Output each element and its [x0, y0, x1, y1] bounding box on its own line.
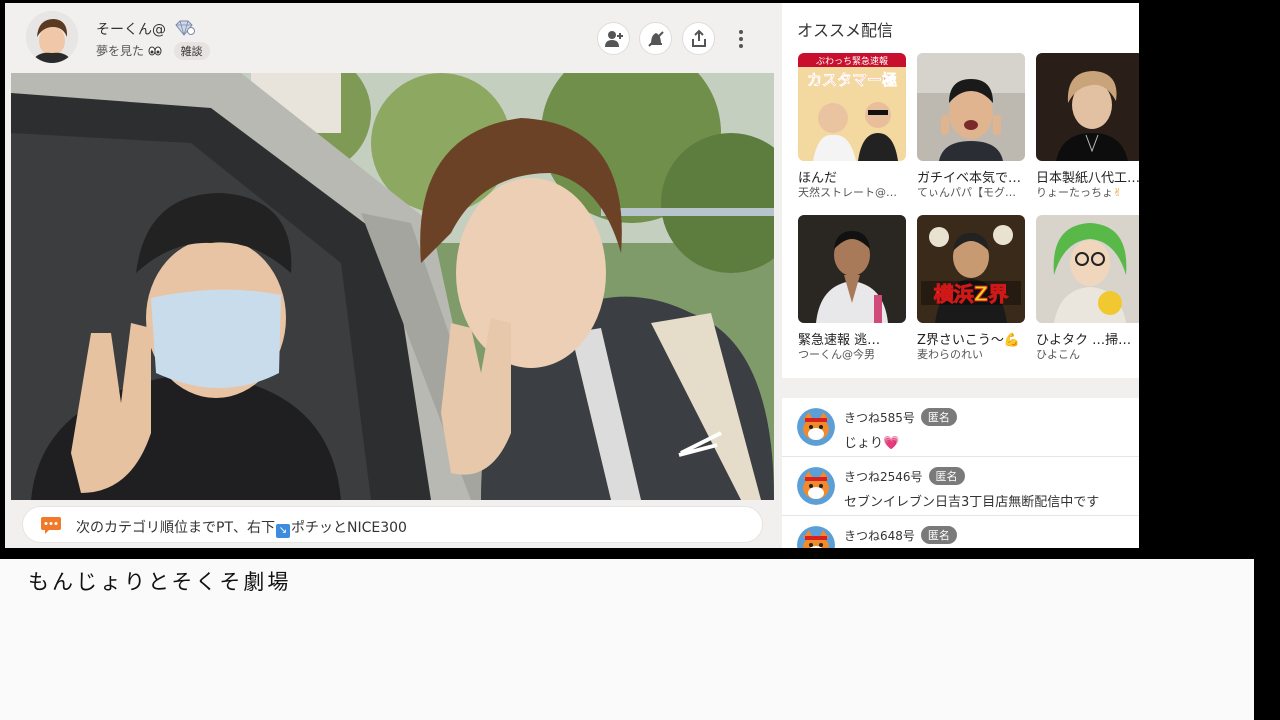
rec-card[interactable]: ひよタク …掃… ひよこん: [1036, 215, 1139, 365]
more-icon: [739, 30, 743, 34]
rec-user: 麦わらのれい: [917, 348, 983, 361]
stream-header: そーくん@ 夢を見た 雑談: [5, 3, 780, 73]
rec-user: てぃんパパ【モグ…: [917, 186, 1016, 199]
comment-author: きつね648号 匿名: [844, 526, 957, 544]
fox-avatar-icon: [797, 526, 835, 548]
category-tag[interactable]: 雑談: [173, 42, 210, 60]
rec-card[interactable]: 緊急速報 逃… つーくん@今男: [798, 215, 908, 365]
anonymous-badge: 匿名: [920, 526, 957, 544]
rec-card[interactable]: ぷわっち緊急速報 カスタマー極 ほんだ 天然ストレート@…: [798, 53, 908, 203]
hand-emoji-icon: ✌: [1113, 186, 1123, 199]
svg-text:ぷわっち緊急速報: ぷわっち緊急速報: [816, 55, 888, 67]
rec-thumbnail: [798, 215, 906, 323]
streamer-name-text: そーくん@: [96, 22, 166, 38]
follow-button[interactable]: [597, 22, 630, 55]
stream-title: 夢を見た 雑談: [96, 42, 210, 60]
more-button[interactable]: [732, 25, 750, 53]
rec-user: ひよこん: [1036, 348, 1080, 361]
rec-card[interactable]: ガチイベ本気で… てぃんパパ【モグ…: [917, 53, 1027, 203]
video-frame: [11, 73, 774, 500]
comment-item[interactable]: きつね2546号 匿名 セブンイレブン日吉3丁目店無断配信中です: [782, 457, 1139, 516]
bottom-title: もんじょりとそくそ劇場: [28, 570, 292, 594]
rec-card[interactable]: 日本製紙八代工… りょーたっちょ✌: [1036, 53, 1139, 203]
comment-bubble-icon: [41, 517, 61, 534]
diamond-icon: [175, 20, 196, 36]
rec-user: りょーたっちょ✌: [1036, 186, 1123, 199]
rec-thumbnail: 横浜Z界: [917, 215, 1025, 323]
streamer-avatar[interactable]: [26, 11, 78, 63]
mute-icon: [647, 30, 664, 47]
arrow-down-right-icon: ↘: [276, 524, 290, 538]
eyes-icon: [148, 46, 162, 56]
streamer-name[interactable]: そーくん@: [96, 19, 196, 39]
svg-text:横浜Z界: 横浜Z界: [934, 282, 1009, 306]
comment-text: セブンイレブン日吉3丁目店無断配信中です: [844, 495, 1100, 510]
panel-divider: [782, 378, 1139, 398]
stream-title-text: 夢を見た: [96, 44, 145, 58]
app-window: そーくん@ 夢を見た 雑談 次のカテゴリ順位までPT、右下 ↘ ポチッとNICE…: [5, 3, 1139, 548]
rec-thumbnail: ぷわっち緊急速報 カスタマー極: [798, 53, 906, 161]
rec-thumbnail: [1036, 53, 1139, 161]
comment-item[interactable]: きつね585号 匿名 じょり💗: [782, 398, 1139, 457]
share-button[interactable]: [682, 22, 715, 55]
ticker-text: 次のカテゴリ順位までPT、右下 ↘ ポチッとNICE300: [76, 520, 407, 538]
anonymous-badge: 匿名: [920, 408, 957, 426]
rec-thumbnail: [1036, 215, 1139, 323]
stream-panel: そーくん@ 夢を見た 雑談 次のカテゴリ順位までPT、右下 ↘ ポチッとNICE…: [5, 3, 780, 548]
comment-text: じょり💗: [844, 436, 900, 451]
mute-button[interactable]: [639, 22, 672, 55]
video-player[interactable]: [11, 73, 774, 500]
rec-card[interactable]: 横浜Z界 Z界さいこう～💪 麦わらのれい: [917, 215, 1027, 365]
follow-icon: [604, 30, 623, 47]
fox-avatar-icon: [797, 467, 835, 505]
anonymous-badge: 匿名: [928, 467, 965, 485]
recommendations-title: オススメ配信: [797, 21, 894, 40]
fox-avatar-icon: [797, 408, 835, 446]
rec-thumbnail: [917, 53, 1025, 161]
comment-author: きつね585号 匿名: [844, 408, 957, 426]
comment-item[interactable]: きつね648号 匿名: [782, 516, 1139, 548]
announcement-ticker[interactable]: 次のカテゴリ順位までPT、右下 ↘ ポチッとNICE300: [22, 506, 763, 543]
svg-text:カスタマー極: カスタマー極: [807, 71, 897, 89]
rec-user: つーくん@今男: [798, 348, 875, 361]
heart-icon: 💗: [883, 436, 900, 451]
rec-user: 天然ストレート@…: [798, 186, 897, 199]
bottom-title-bar: もんじょりとそくそ劇場: [0, 559, 1254, 720]
share-icon: [691, 29, 706, 47]
side-panel: オススメ配信 ぷわっち緊急速報 カスタマー極 ほんだ 天然ストレート@… ガチイ…: [782, 3, 1139, 548]
comment-author: きつね2546号 匿名: [844, 467, 965, 485]
